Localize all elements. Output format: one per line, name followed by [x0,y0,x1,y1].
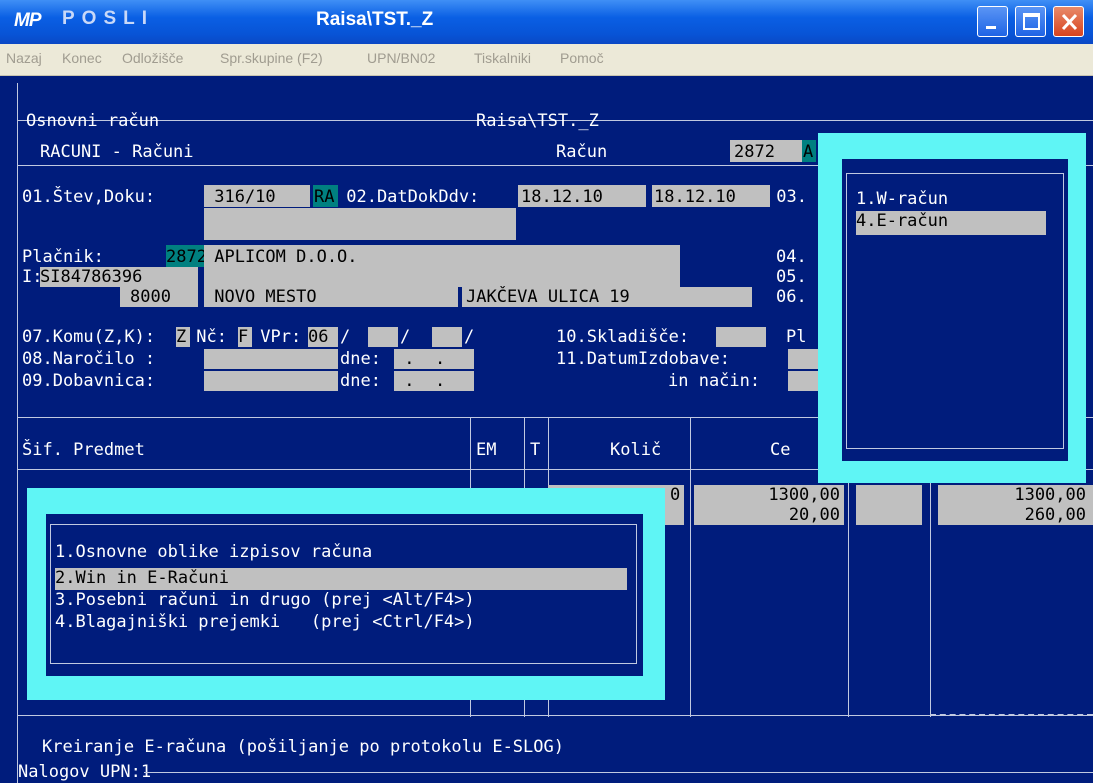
method-label: in način: [668,371,761,391]
doc-label: Račun [556,142,608,162]
dne-label: dne: [340,349,381,369]
field-05-label: 05. [776,267,807,287]
field-02-label: 02.DatDokDdv: [336,187,480,207]
payer-code-field[interactable]: 2872 [166,247,207,267]
doc-number[interactable]: 2872 [734,142,775,162]
postcode-field[interactable]: 8000 [130,287,171,307]
menu-spr-skupine[interactable]: Spr.skupine (F2) [220,50,323,66]
field-07-label: 07.Komu(Z,K): [22,327,156,347]
doc-flag: A [803,142,814,162]
street-field[interactable]: JAKČEVA ULICA 19 [466,287,630,307]
menu-nazaj[interactable]: Nazaj [6,50,42,66]
nc-label: Nč: [186,327,227,347]
menu-tiskalniki[interactable]: Tiskalniki [474,50,531,66]
close-icon [1061,13,1078,31]
row-1-total: 1300,00 [1014,485,1086,505]
row-2-price: 20,00 [788,505,840,525]
frame-title-left: Osnovni račun [26,111,160,131]
column-header-t: T [530,440,541,460]
field-01-label: 01.Štev,Doku: [22,187,156,207]
column-header-qty: Količ [610,440,662,460]
order-field[interactable] [204,349,338,369]
doc-type-field[interactable]: RA [314,187,334,207]
menu-item-win-e-invoices[interactable]: 2.Win in E-Računi [55,568,229,588]
doc-number-field[interactable]: 316/10 [204,187,275,207]
menu-item-basic-invoice[interactable]: 1.Osnovne oblike izpisov računa [55,542,372,562]
dne-label: dne: [340,371,381,391]
app-icon: MP [14,10,42,31]
column-header-price: Ce [770,440,791,460]
table-column-line [690,417,691,717]
status-hint: Kreiranje E-računa (pošiljanje po protok… [42,737,564,757]
payer-label: Plačnik: [22,247,104,267]
field-08-label: 08.Naročilo : [22,349,156,369]
module-title: RACUNI - Računi [40,142,194,162]
field-11-label: 11.DatumIzdobave: [556,349,730,369]
menu-upn-bn02[interactable]: UPN/BN02 [367,50,435,66]
row-1-price: 1300,00 [768,485,840,505]
vpr-field[interactable]: 06 [308,327,328,347]
pl-label: Pl [786,327,807,347]
doc-date-field[interactable]: 18.12.10 [521,187,603,207]
order-date-field[interactable]: . . [394,349,445,369]
close-button[interactable] [1053,6,1084,37]
field-04-label: 04. [776,247,807,267]
maximize-icon [1023,13,1040,30]
menu-odlozisce[interactable]: Odložišče [122,50,183,66]
field-09-label: 09.Dobavnica: [22,371,156,391]
menu-item-special-invoices[interactable]: 3.Posebni računi in drugo (prej <Alt/F4>… [55,590,475,610]
maximize-button[interactable] [1015,6,1046,37]
menu-bar: Nazaj Konec Odložišče Spr.skupine (F2) U… [0,44,1093,76]
title-bar[interactable]: MP POSLI Raisa\TST._Z [0,0,1093,44]
recipient-type-field[interactable]: Z [176,327,186,347]
menu-item-cash-receipts[interactable]: 4.Blagajniški prejemki (prej <Ctrl/F4>) [55,612,475,632]
column-header-item: Šif. Predmet [22,440,145,460]
field-06-label: 06. [776,287,807,307]
print-menu-popup: 1.Osnovne oblike izpisov računa 2.Win in… [27,488,665,700]
slash: / [400,327,411,347]
city-field[interactable]: NOVO MESTO [204,287,316,307]
nc-field[interactable]: F [238,327,248,347]
app-name: POSLI [62,8,155,29]
vat-id-field[interactable]: SI84786396 [40,267,142,287]
delivery-date-field[interactable]: . . [394,371,445,391]
sub-menu-item-w-racun[interactable]: 1.W-račun [856,189,948,209]
menu-pomoc[interactable]: Pomoč [560,50,604,66]
sub-menu-item-e-racun[interactable]: 4.E-račun [856,211,948,231]
row-2-total: 260,00 [1024,505,1086,525]
minimize-icon [986,26,996,29]
window-title: Raisa\TST._Z [316,9,434,30]
slash: / [464,327,475,347]
column-header-em: EM [476,440,497,460]
frame-title-center: Raisa\TST._Z [476,111,599,131]
vat-date-field[interactable]: 18.12.10 [654,187,736,207]
upn-counter: Nalogov UPN:1 [18,762,152,782]
menu-konec[interactable]: Konec [62,50,102,66]
frame-line [17,83,18,783]
sub-menu-popup: 1.W-račun 4.E-račun [818,133,1086,483]
delivery-note-field[interactable] [204,371,338,391]
separator [930,714,1093,716]
field-03-label: 03. [766,187,807,207]
minimize-button[interactable] [977,6,1008,37]
slash: / [340,327,351,347]
payer-name-field[interactable]: APLICOM D.O.O. [204,247,357,267]
row-1-qty: 0 [670,485,681,505]
field-10-label: 10.Skladišče: [556,327,690,347]
vpr-label: VPr: [250,327,302,347]
